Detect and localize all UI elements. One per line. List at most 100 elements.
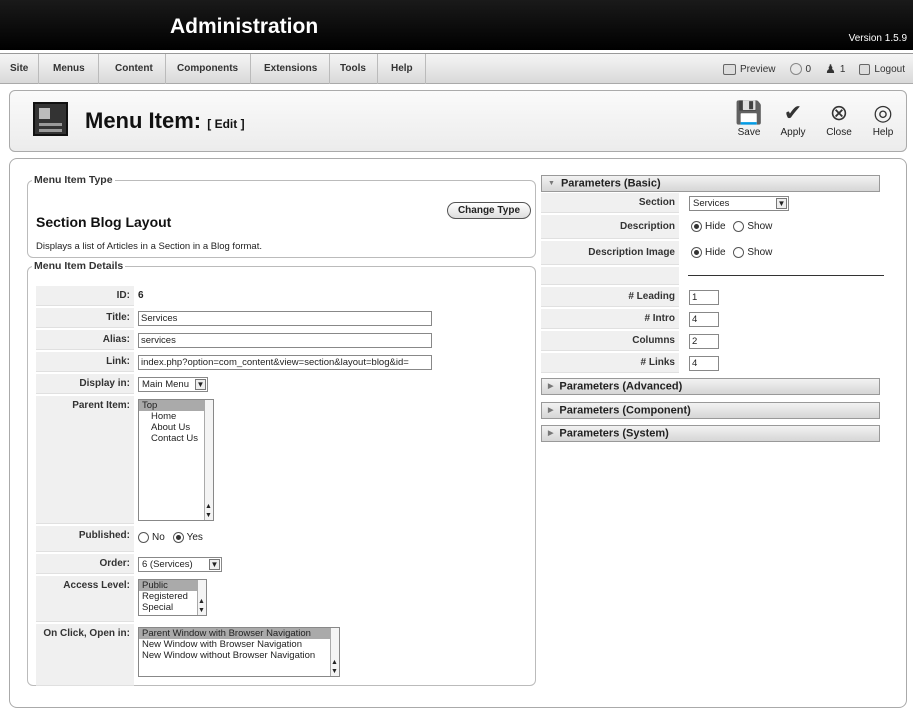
onclick-option[interactable]: New Window with Browser Navigation bbox=[139, 639, 339, 650]
menu-item-type-legend: Menu Item Type bbox=[34, 174, 113, 186]
link-label: Link: bbox=[36, 352, 134, 372]
title-label: Title: bbox=[36, 308, 134, 328]
access-list-scrollbar[interactable] bbox=[197, 580, 206, 615]
onclick-label: On Click, Open in: bbox=[36, 624, 134, 686]
onclick-option[interactable]: New Window without Browser Navigation bbox=[139, 650, 339, 661]
leading-row: # Leading 1 bbox=[541, 287, 880, 307]
leading-input[interactable]: 1 bbox=[689, 290, 719, 305]
chevron-down-icon: ▼ bbox=[776, 198, 787, 209]
preview-link[interactable]: Preview bbox=[722, 63, 776, 75]
users-count: 1 bbox=[839, 63, 846, 75]
id-label: ID: bbox=[36, 286, 134, 306]
desc-image-label: Description Image bbox=[541, 241, 679, 265]
display-in-select[interactable]: Main Menu ▼ bbox=[138, 377, 208, 392]
menu-site[interactable]: Site bbox=[0, 54, 40, 84]
help-button[interactable]: ◎ Help bbox=[863, 99, 903, 138]
description-label: Description bbox=[541, 215, 679, 239]
onclick-list[interactable]: Parent Window with Browser Navigation Ne… bbox=[138, 627, 340, 677]
columns-input[interactable]: 2 bbox=[689, 334, 719, 349]
intro-input[interactable]: 4 bbox=[689, 312, 719, 327]
menu-extensions[interactable]: Extensions bbox=[252, 54, 331, 84]
desc-image-show-label: Show bbox=[747, 247, 773, 258]
parent-option[interactable]: About Us bbox=[139, 422, 213, 433]
menu-components[interactable]: Components bbox=[165, 54, 252, 84]
links-label: # Links bbox=[541, 353, 679, 373]
params-basic-header[interactable]: ▼ Parameters (Basic) bbox=[541, 175, 880, 192]
section-row: Section Services ▼ bbox=[541, 193, 880, 213]
params-system-header[interactable]: ▶ Parameters (System) bbox=[541, 425, 880, 442]
logout-label: Logout bbox=[874, 63, 905, 75]
toolbar: Menu Item: [ Edit ] 💾 Save ✔ Apply ⊗ Clo… bbox=[9, 90, 907, 152]
onclick-list-scrollbar[interactable] bbox=[330, 628, 339, 676]
preview-label: Preview bbox=[739, 63, 776, 75]
parent-option[interactable]: Home bbox=[139, 411, 213, 422]
help-label: Help bbox=[872, 127, 894, 138]
save-button[interactable]: 💾 Save bbox=[729, 99, 769, 138]
order-select[interactable]: 6 (Services) ▼ bbox=[138, 557, 222, 572]
close-button[interactable]: ⊗ Close bbox=[819, 99, 859, 138]
params-advanced-header[interactable]: ▶ Parameters (Advanced) bbox=[541, 378, 880, 395]
access-level-list[interactable]: Public Registered Special bbox=[138, 579, 207, 616]
change-type-button[interactable]: Change Type bbox=[446, 202, 531, 219]
params-component-header[interactable]: ▶ Parameters (Component) bbox=[541, 402, 880, 419]
id-row: ID: 6 bbox=[36, 286, 535, 306]
logout-icon bbox=[859, 63, 871, 75]
params-basic-title: Parameters (Basic) bbox=[560, 177, 661, 190]
links-row: # Links 4 bbox=[541, 353, 880, 373]
access-row: Access Level: Public Registered Special bbox=[36, 576, 535, 622]
menu-content[interactable]: Content bbox=[103, 54, 166, 84]
logout-link[interactable]: Logout bbox=[859, 63, 905, 75]
apply-icon: ✔ bbox=[783, 100, 803, 125]
parent-option[interactable]: Contact Us bbox=[139, 433, 213, 444]
params-component-title: Parameters (Component) bbox=[559, 404, 691, 417]
spacer-key bbox=[541, 267, 679, 285]
users-icon: ♟ bbox=[825, 62, 836, 76]
menu-tools[interactable]: Tools bbox=[329, 54, 378, 84]
description-hide-label: Hide bbox=[705, 221, 726, 232]
apply-label: Apply bbox=[780, 127, 806, 138]
section-select[interactable]: Services ▼ bbox=[689, 196, 789, 211]
intro-label: # Intro bbox=[541, 309, 679, 329]
version-label: Version 1.5.9 bbox=[848, 33, 907, 44]
help-icon: ◎ bbox=[873, 100, 893, 125]
menubar-status: Preview 0 ♟ 1 Logout bbox=[722, 54, 905, 84]
access-option[interactable]: Public bbox=[139, 580, 206, 591]
columns-label: Columns bbox=[541, 331, 679, 351]
link-input[interactable]: index.php?option=com_content&view=sectio… bbox=[138, 355, 432, 370]
page-title: Menu Item: [ Edit ] bbox=[85, 108, 245, 134]
published-no-radio[interactable] bbox=[138, 532, 149, 543]
users-link[interactable]: ♟ 1 bbox=[825, 62, 845, 76]
access-option[interactable]: Special bbox=[139, 602, 206, 613]
menu-item-details-legend: Menu Item Details bbox=[34, 260, 124, 272]
parent-list-scrollbar[interactable] bbox=[204, 400, 213, 520]
admin-header: Administration Version 1.5.9 bbox=[0, 0, 913, 50]
onclick-row: On Click, Open in: Parent Window with Br… bbox=[36, 624, 535, 686]
desc-image-show-radio[interactable] bbox=[733, 247, 745, 258]
chevron-down-icon: ▼ bbox=[209, 559, 220, 570]
header-title: Administration bbox=[170, 15, 319, 38]
display-in-value: Main Menu bbox=[142, 379, 189, 390]
parent-item-list[interactable]: Top Home About Us Contact Us bbox=[138, 399, 214, 521]
parent-option[interactable]: Top bbox=[139, 400, 213, 411]
links-input[interactable]: 4 bbox=[689, 356, 719, 371]
alias-input[interactable]: services bbox=[138, 333, 432, 348]
published-yes-radio[interactable] bbox=[172, 532, 184, 543]
save-label: Save bbox=[737, 127, 761, 138]
save-icon: 💾 bbox=[735, 100, 763, 125]
description-show-radio[interactable] bbox=[733, 221, 745, 232]
id-value: 6 bbox=[138, 290, 144, 301]
onclick-option[interactable]: Parent Window with Browser Navigation bbox=[139, 628, 339, 639]
published-yes-label: Yes bbox=[186, 532, 203, 543]
description-hide-radio[interactable] bbox=[691, 221, 702, 232]
apply-button[interactable]: ✔ Apply bbox=[773, 99, 813, 138]
messages-link[interactable]: 0 bbox=[789, 63, 811, 75]
display-row: Display in: Main Menu ▼ bbox=[36, 374, 535, 394]
title-input[interactable]: Services bbox=[138, 311, 432, 326]
menu-help[interactable]: Help bbox=[379, 54, 426, 84]
caret-right-icon: ▶ bbox=[548, 430, 554, 437]
menu-menus[interactable]: Menus bbox=[40, 54, 99, 84]
order-row: Order: 6 (Services) ▼ bbox=[36, 554, 535, 574]
desc-image-hide-radio[interactable] bbox=[691, 247, 702, 258]
access-option[interactable]: Registered bbox=[139, 591, 206, 602]
menu-item-details-fieldset: Menu Item Details ID: 6 Title: Services … bbox=[27, 260, 536, 686]
